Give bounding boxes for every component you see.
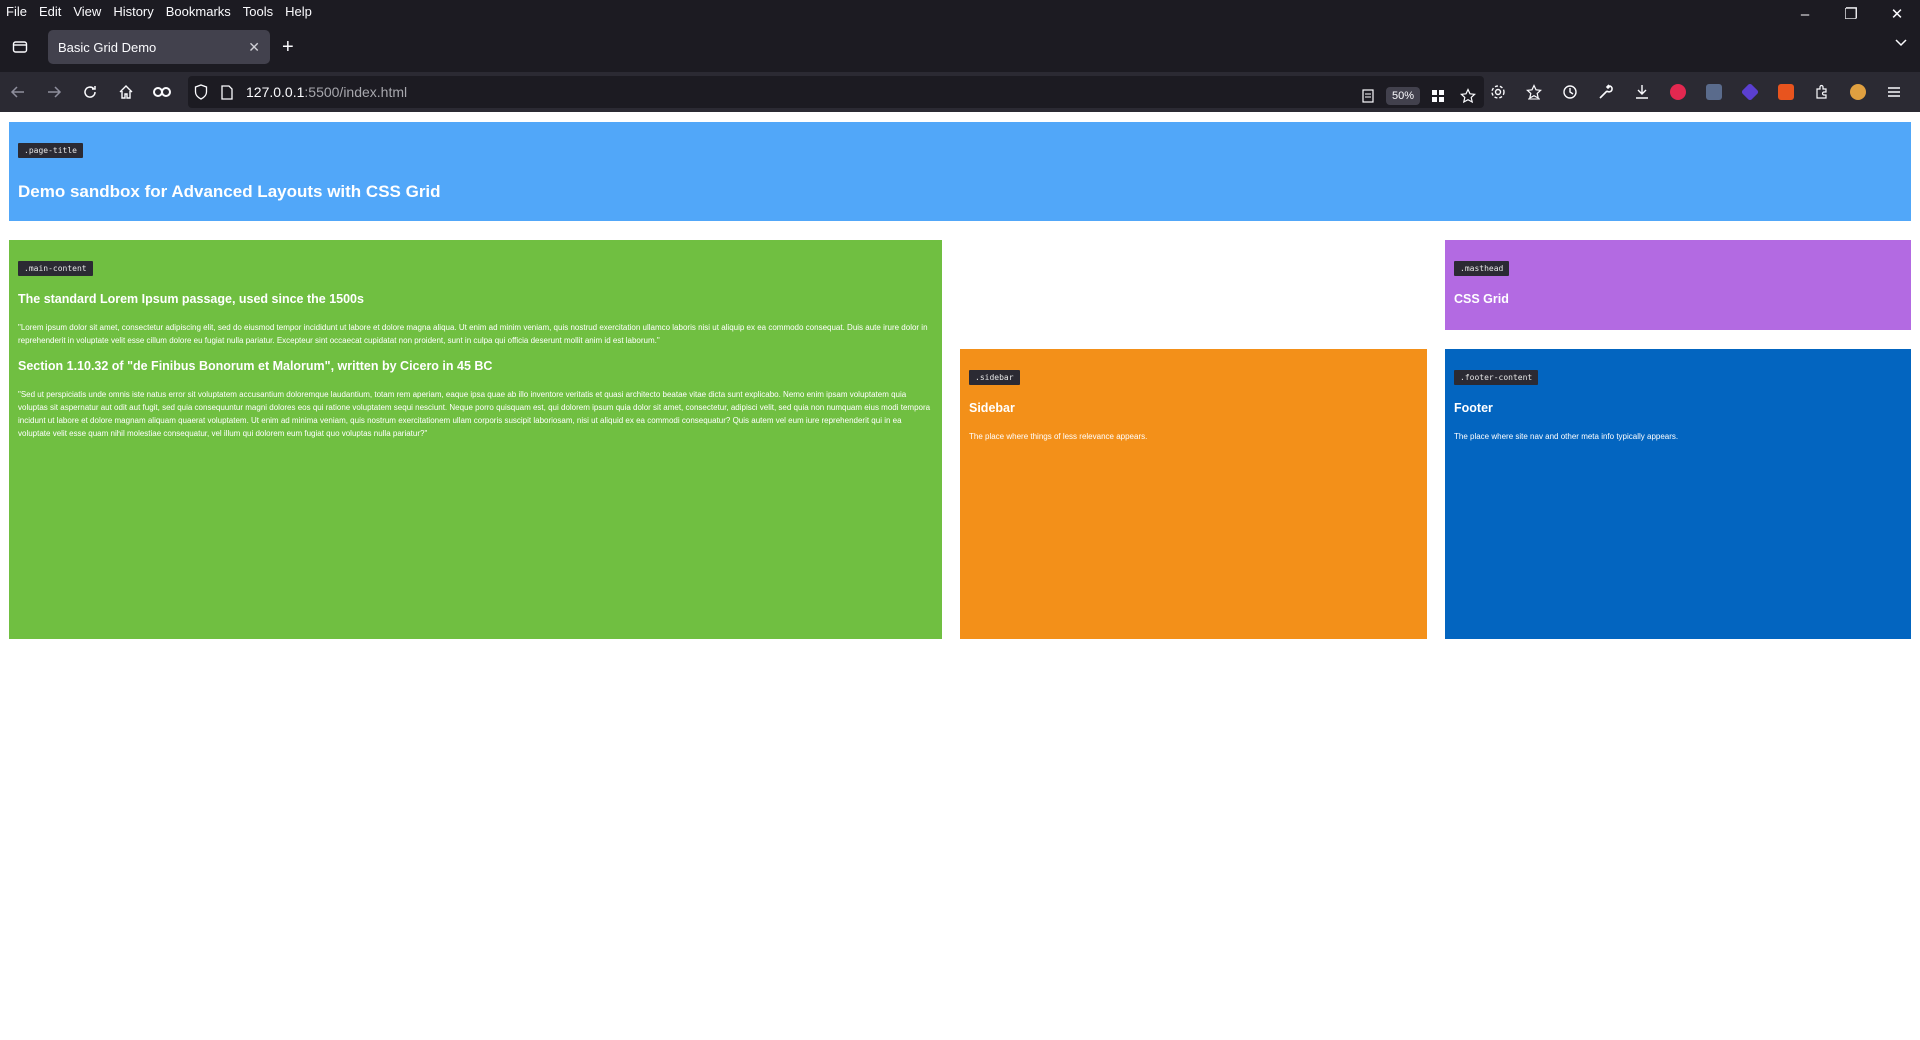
class-label: .page-title bbox=[18, 143, 83, 158]
masthead-box: .masthead CSS Grid bbox=[1445, 240, 1911, 330]
wrench-icon[interactable] bbox=[1588, 76, 1624, 108]
class-label: .masthead bbox=[1454, 261, 1510, 276]
gear-icon[interactable] bbox=[1480, 76, 1516, 108]
sidebar-text: The place where things of less relevance… bbox=[969, 432, 1148, 441]
tab-title: Basic Grid Demo bbox=[58, 39, 157, 55]
menu-file[interactable]: File bbox=[6, 4, 27, 19]
back-arrow-icon[interactable] bbox=[0, 76, 36, 108]
browser-chrome: File Edit View History Bookmarks Tools H… bbox=[0, 0, 1920, 112]
extension-purple-icon[interactable] bbox=[1732, 76, 1768, 108]
tab-bar: Basic Grid Demo ✕ + bbox=[0, 22, 1920, 72]
footer-text: The place where site nav and other meta … bbox=[1454, 432, 1679, 441]
new-tab-button[interactable]: + bbox=[282, 36, 294, 59]
home-icon[interactable] bbox=[108, 76, 144, 108]
paragraph: "Sed ut perspiciatis unde omnis iste nat… bbox=[18, 390, 931, 438]
masthead-heading: CSS Grid bbox=[1454, 292, 1509, 306]
page-icon[interactable] bbox=[214, 76, 240, 108]
menu-view[interactable]: View bbox=[73, 4, 101, 19]
reload-icon[interactable] bbox=[72, 76, 108, 108]
section-heading: The standard Lorem Ipsum passage, used s… bbox=[18, 292, 364, 306]
url-text: 127.0.0.1:5500/index.html bbox=[246, 84, 407, 100]
page-title-box: .page-title Demo sandbox for Advanced La… bbox=[9, 122, 1911, 221]
tab-basic-grid-demo[interactable]: Basic Grid Demo ✕ bbox=[48, 30, 270, 64]
account-avatar-icon[interactable] bbox=[1840, 76, 1876, 108]
puzzle-extensions-icon[interactable] bbox=[1804, 76, 1840, 108]
reader-view-icon[interactable] bbox=[1356, 80, 1380, 112]
page-title: Demo sandbox for Advanced Layouts with C… bbox=[18, 182, 441, 201]
shield-icon[interactable] bbox=[188, 76, 214, 108]
sidebar-box: .sidebar Sidebar The place where things … bbox=[960, 349, 1427, 639]
url-host: 127.0.0.1 bbox=[246, 84, 305, 100]
section-heading: Section 1.10.32 of "de Finibus Bonorum e… bbox=[18, 359, 493, 373]
url-bar-actions: 50% bbox=[1356, 80, 1480, 112]
sidebar-heading: Sidebar bbox=[969, 401, 1015, 415]
menu-tools[interactable]: Tools bbox=[243, 4, 273, 19]
class-label: .sidebar bbox=[969, 370, 1020, 385]
tab-close-icon[interactable]: ✕ bbox=[248, 39, 260, 56]
menu-bookmarks[interactable]: Bookmarks bbox=[166, 4, 231, 19]
footer-box: .footer-content Footer The place where s… bbox=[1445, 349, 1911, 639]
chevron-down-icon[interactable] bbox=[1894, 36, 1908, 55]
firefox-view-icon[interactable] bbox=[0, 39, 40, 55]
extension-red-icon[interactable] bbox=[1660, 76, 1696, 108]
menu-history[interactable]: History bbox=[113, 4, 153, 19]
navigation-toolbar: 127.0.0.1:5500/index.html 50% bbox=[0, 72, 1920, 112]
class-label: .footer-content bbox=[1454, 370, 1539, 385]
menu-edit[interactable]: Edit bbox=[39, 4, 61, 19]
pocket-star-icon[interactable] bbox=[1516, 76, 1552, 108]
bookmark-star-icon[interactable] bbox=[1456, 80, 1480, 112]
class-label: .main-content bbox=[18, 261, 93, 276]
paragraph: "Lorem ipsum dolor sit amet, consectetur… bbox=[18, 323, 928, 345]
menu-bar: File Edit View History Bookmarks Tools H… bbox=[0, 0, 1920, 24]
download-icon[interactable] bbox=[1624, 76, 1660, 108]
hamburger-menu-icon[interactable] bbox=[1876, 76, 1912, 108]
page-viewport: .page-title Demo sandbox for Advanced La… bbox=[0, 112, 1920, 1040]
mask-icon[interactable] bbox=[144, 76, 180, 108]
url-path: :5500/index.html bbox=[304, 84, 408, 100]
url-bar[interactable]: 127.0.0.1:5500/index.html 50% bbox=[188, 76, 1484, 108]
toolbar-right bbox=[1480, 76, 1912, 108]
menu-help[interactable]: Help bbox=[285, 4, 312, 19]
extension-card-icon[interactable] bbox=[1696, 76, 1732, 108]
grid-icon[interactable] bbox=[1426, 80, 1450, 112]
footer-heading: Footer bbox=[1454, 401, 1493, 415]
extension-orange-icon[interactable] bbox=[1768, 76, 1804, 108]
forward-arrow-icon[interactable] bbox=[36, 76, 72, 108]
history-clock-icon[interactable] bbox=[1552, 76, 1588, 108]
main-content-box: .main-content The standard Lorem Ipsum p… bbox=[9, 240, 942, 639]
zoom-level-badge[interactable]: 50% bbox=[1385, 87, 1420, 105]
